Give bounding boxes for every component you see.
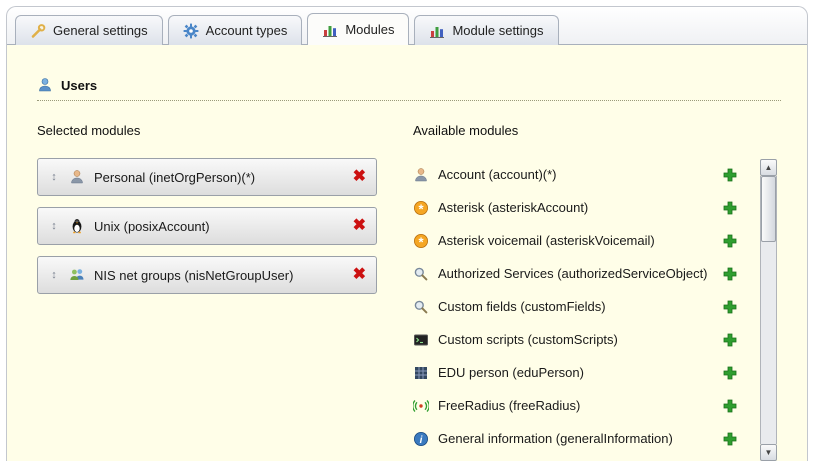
add-module-button[interactable] [723, 432, 737, 446]
scroll-down-button[interactable]: ▼ [760, 444, 777, 461]
selected-modules-heading: Selected modules [37, 123, 389, 138]
radio-icon [413, 398, 429, 414]
add-module-button[interactable] [723, 234, 737, 248]
section-title: Users [61, 78, 97, 93]
tab-general-settings[interactable]: General settings [15, 15, 163, 45]
module-label: Personal (inetOrgPerson)(*) [94, 170, 255, 185]
modules-columns: Selected modules ↕ Personal (inetOrgPerso… [37, 123, 781, 461]
selected-module-row[interactable]: ↕ Personal (inetOrgPerson)(*) ✖ [37, 158, 377, 196]
available-module-row: FreeRadius (freeRadius) [413, 389, 737, 422]
person-icon [413, 167, 429, 183]
scrollbar-track[interactable] [760, 176, 777, 444]
tab-label: General settings [53, 23, 148, 38]
available-module-row: i General information (generalInformation… [413, 422, 737, 455]
gear-icon [183, 23, 199, 39]
group-icon [69, 267, 85, 283]
chart-icon [322, 22, 338, 38]
chart-icon [429, 23, 445, 39]
available-module-row: Account (account)(*) [413, 158, 737, 191]
available-module-row: EDU person (eduPerson) [413, 356, 737, 389]
drag-handle-icon[interactable]: ↕ [48, 220, 60, 232]
selected-modules-column: Selected modules ↕ Personal (inetOrgPerso… [37, 123, 389, 461]
remove-module-button[interactable]: ✖ [353, 218, 366, 234]
scroll-up-button[interactable]: ▲ [760, 159, 777, 176]
info-icon: i [413, 431, 429, 447]
tab-module-settings[interactable]: Module settings [414, 15, 558, 45]
module-label: NIS net groups (nisNetGroupUser) [94, 268, 293, 283]
config-window: General settings Account types Modules M… [6, 6, 808, 461]
add-module-button[interactable] [723, 333, 737, 347]
module-label: Asterisk voicemail (asteriskVoicemail) [438, 233, 655, 248]
selected-modules-list: ↕ Personal (inetOrgPerson)(*) ✖ ↕ Unix (posi… [37, 158, 389, 294]
module-label: EDU person (eduPerson) [438, 365, 584, 380]
asterisk-icon: * [413, 200, 429, 216]
terminal-icon [413, 332, 429, 348]
tab-bar: General settings Account types Modules M… [15, 14, 559, 45]
magnifier-icon [413, 299, 429, 315]
available-module-row: Custom fields (customFields) [413, 290, 737, 323]
tab-account-types[interactable]: Account types [168, 15, 303, 45]
wrench-icon [30, 23, 46, 39]
drag-handle-icon[interactable]: ↕ [48, 269, 60, 281]
module-label: Unix (posixAccount) [94, 219, 210, 234]
add-module-button[interactable] [723, 201, 737, 215]
module-label: FreeRadius (freeRadius) [438, 398, 580, 413]
tab-modules[interactable]: Modules [307, 13, 409, 45]
remove-module-button[interactable]: ✖ [353, 169, 366, 185]
available-modules-heading: Available modules [413, 123, 781, 138]
tab-label: Account types [206, 23, 288, 38]
svg-text:i: i [420, 435, 423, 446]
add-module-button[interactable] [723, 267, 737, 281]
add-module-button[interactable] [723, 168, 737, 182]
asterisk-icon: * [413, 233, 429, 249]
magnifier-icon [413, 266, 429, 282]
module-label: Authorized Services (authorizedServiceOb… [438, 266, 708, 281]
module-label: Custom fields (customFields) [438, 299, 606, 314]
available-modules-column: Available modules Account (account)(*)*A… [413, 123, 781, 461]
drag-handle-icon[interactable]: ↕ [48, 171, 60, 183]
users-section-header: Users [37, 77, 781, 101]
available-module-row: * Asterisk voicemail (asteriskVoicemail) [413, 224, 737, 257]
available-module-row: * Asterisk (asteriskAccount) [413, 191, 737, 224]
edu-icon [413, 365, 429, 381]
penguin-icon [69, 218, 85, 234]
scrollbar-thumb[interactable] [761, 176, 776, 242]
available-module-row: Groups of names (groupOfNamesUser) [413, 455, 737, 461]
user-icon [37, 77, 53, 93]
add-module-button[interactable] [723, 366, 737, 380]
tab-label: Module settings [452, 23, 543, 38]
module-label: Account (account)(*) [438, 167, 557, 182]
available-module-row: Custom scripts (customScripts) [413, 323, 737, 356]
add-module-button[interactable] [723, 399, 737, 413]
available-module-row: Authorized Services (authorizedServiceOb… [413, 257, 737, 290]
module-label: Custom scripts (customScripts) [438, 332, 618, 347]
module-label: Asterisk (asteriskAccount) [438, 200, 588, 215]
tab-label: Modules [345, 22, 394, 37]
selected-module-row[interactable]: ↕ Unix (posixAccount) ✖ [37, 207, 377, 245]
modules-panel: Users Selected modules ↕ Personal (inetOr… [7, 44, 807, 461]
available-modules-scrollbar[interactable]: ▲ ▼ [760, 159, 777, 461]
remove-module-button[interactable]: ✖ [353, 267, 366, 283]
selected-module-row[interactable]: ↕ NIS net groups (nisNetGroupUser) ✖ [37, 256, 377, 294]
available-modules-list: Account (account)(*) * Asterisk (asteriskA… [413, 158, 781, 461]
module-label: General information (generalInformation) [438, 431, 673, 446]
add-module-button[interactable] [723, 300, 737, 314]
person-icon [69, 169, 85, 185]
